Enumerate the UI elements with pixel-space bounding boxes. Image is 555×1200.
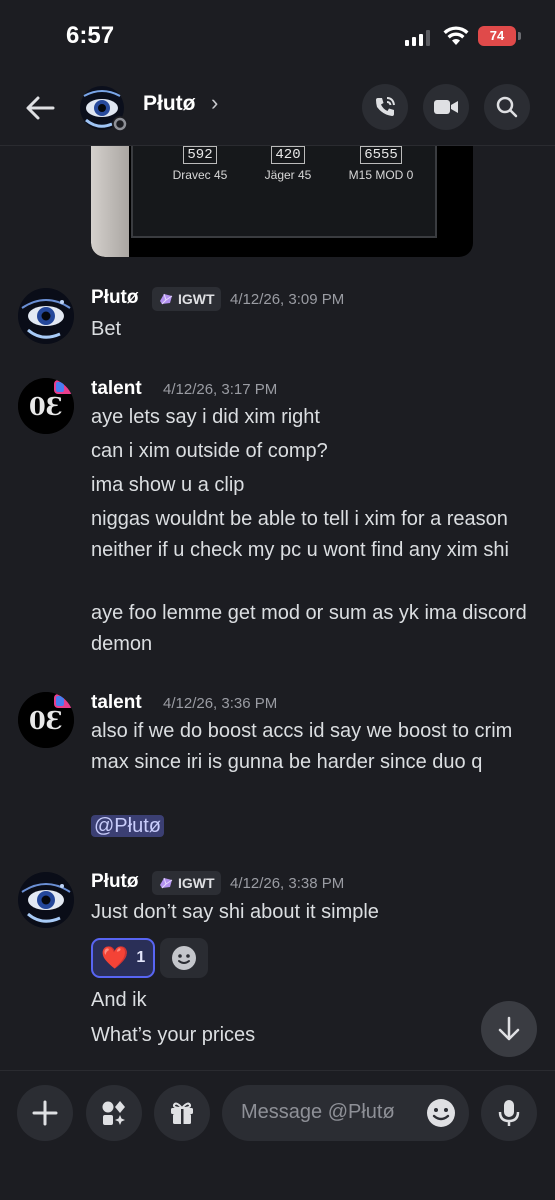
heart-emoji-icon: ❤️ xyxy=(101,945,129,970)
crystal-icon xyxy=(160,877,173,889)
crystal-icon xyxy=(160,293,173,305)
stat-label: Jäger 45 xyxy=(264,168,312,182)
video-camera-icon xyxy=(434,100,458,114)
voice-message-button[interactable] xyxy=(481,1085,537,1141)
header-username[interactable]: Płutø xyxy=(143,92,196,116)
message-timestamp: 4/12/26, 3:09 PM xyxy=(230,291,345,308)
message-timestamp: 4/12/26, 3:38 PM xyxy=(230,875,345,892)
arrow-left-icon xyxy=(26,96,55,120)
message-text: Just don’t say shi about it simple xyxy=(91,901,379,923)
avatar[interactable] xyxy=(18,288,74,344)
message-timestamp: 4/12/26, 3:36 PM xyxy=(163,695,278,712)
chevron-right-icon[interactable]: › xyxy=(211,90,218,116)
avatar[interactable] xyxy=(78,82,130,134)
stat-item: 420 Jäger 45 xyxy=(253,146,323,182)
plus-icon xyxy=(32,1100,58,1126)
message-author[interactable]: Płutø xyxy=(91,871,139,893)
avatar[interactable] xyxy=(18,872,74,928)
back-button[interactable] xyxy=(22,90,58,126)
stat-label: Dravec 45 xyxy=(172,168,228,182)
video-call-button[interactable] xyxy=(423,84,469,130)
stat-value: 420 xyxy=(271,146,305,164)
message-composer: Message @Płutø xyxy=(0,1070,555,1200)
message-text: aye lets say i did xim right xyxy=(91,406,320,428)
gift-button[interactable] xyxy=(154,1085,210,1141)
cellular-signal-icon xyxy=(405,30,430,46)
reaction-heart[interactable]: ❤️ 1 xyxy=(91,938,155,978)
dm-header: Płutø › xyxy=(0,74,555,146)
guild-tag-badge[interactable]: IGWT xyxy=(152,871,221,895)
message-input[interactable]: Message @Płutø xyxy=(222,1085,469,1141)
svg-text:0Ɛ: 0Ɛ xyxy=(29,706,63,735)
image-attachment[interactable]: 592 Dravec 45 420 Jäger 45 6555 M15 MOD … xyxy=(91,146,473,257)
message-text: also if we do boost accs id say we boost… xyxy=(91,720,513,773)
voice-call-button[interactable] xyxy=(362,84,408,130)
guild-tag-label: IGWT xyxy=(178,291,215,307)
message-text: niggas wouldnt be able to tell i xim for… xyxy=(91,508,509,561)
user-mention[interactable]: @Płutø xyxy=(91,815,164,837)
message-text: can i xim outside of comp? xyxy=(91,440,328,462)
message-mention-line: @Płutø xyxy=(91,811,531,842)
guild-tag-label: IGWT xyxy=(178,875,215,891)
search-button[interactable] xyxy=(484,84,530,130)
phone-icon xyxy=(376,97,395,116)
battery-tip xyxy=(518,32,521,40)
message-timestamp: 4/12/26, 3:17 PM xyxy=(163,381,278,398)
message-text: Bet xyxy=(91,318,122,340)
gift-icon xyxy=(171,1102,193,1124)
jump-to-present-button[interactable] xyxy=(481,1001,537,1057)
avatar[interactable]: 0Ɛ xyxy=(18,692,74,748)
message-text: ima show u a clip xyxy=(91,474,245,496)
message-author[interactable]: talent xyxy=(91,378,142,400)
loadout-panel: 592 Dravec 45 420 Jäger 45 6555 M15 MOD … xyxy=(131,146,437,238)
stat-item: 592 Dravec 45 xyxy=(165,146,235,182)
emoji-picker-icon[interactable] xyxy=(425,1097,457,1129)
battery-indicator: 74 xyxy=(478,26,516,46)
stat-value: 592 xyxy=(183,146,217,164)
apps-button[interactable] xyxy=(86,1085,142,1141)
guild-tag-badge[interactable]: IGWT xyxy=(152,287,221,311)
smiley-icon xyxy=(172,946,196,970)
search-icon xyxy=(496,96,518,118)
status-bar: 6:57 74 xyxy=(0,0,555,74)
add-reaction-button[interactable] xyxy=(160,938,208,978)
wifi-icon xyxy=(443,26,469,45)
status-time: 6:57 xyxy=(66,22,115,49)
message-author[interactable]: Płutø xyxy=(91,287,139,309)
message-author[interactable]: talent xyxy=(91,692,142,714)
message-text: And ik xyxy=(91,989,147,1011)
apps-icon xyxy=(102,1101,125,1125)
image-attachment-edge xyxy=(91,146,129,257)
microphone-icon xyxy=(498,1100,520,1126)
stat-value: 6555 xyxy=(360,146,402,164)
attach-button[interactable] xyxy=(17,1085,73,1141)
svg-text:0Ɛ: 0Ɛ xyxy=(29,392,63,421)
avatar[interactable]: 0Ɛ xyxy=(18,378,74,434)
message-input-placeholder: Message @Płutø xyxy=(241,1101,395,1123)
stat-item: 6555 M15 MOD 0 xyxy=(339,146,423,182)
stat-label: M15 MOD 0 xyxy=(348,168,414,182)
arrow-down-icon xyxy=(498,1016,520,1041)
message-list[interactable]: 592 Dravec 45 420 Jäger 45 6555 M15 MOD … xyxy=(0,146,555,1070)
reaction-count: 1 xyxy=(136,949,146,966)
message-text: What’s your prices xyxy=(91,1024,256,1046)
message-text: aye foo lemme get mod or sum as yk ima d… xyxy=(91,602,527,655)
